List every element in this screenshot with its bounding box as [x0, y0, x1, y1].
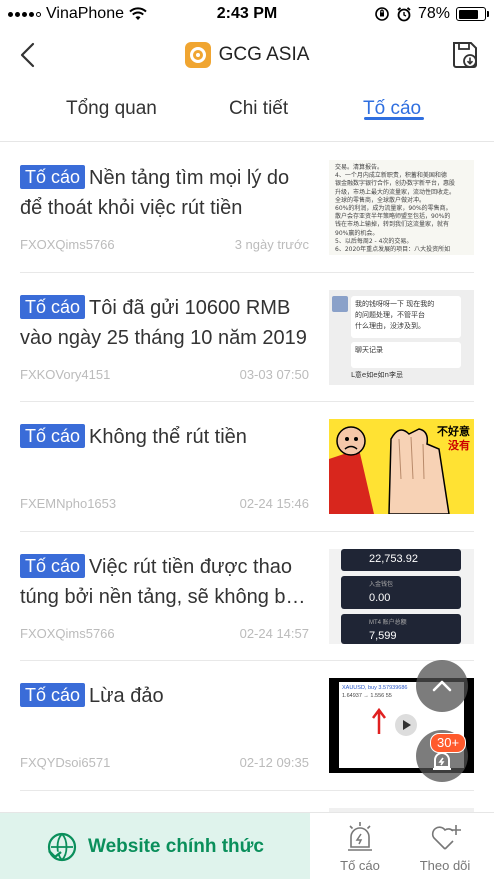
status-right: 78% [374, 5, 489, 23]
complaint-thumbnail[interactable]: 我的钱呀呀一下 现在我的 的问题处理，不管平台 什么理由，没涉及到。 聊天记录 … [329, 289, 474, 385]
complaint-thumbnail[interactable]: 不好意 没有 [329, 419, 474, 514]
chevron-up-icon [432, 680, 452, 692]
bottom-bar: Website chính thức Tố cáo Theo dõi [0, 812, 494, 879]
complaint-title-block: Tố cáo Việc rút tiền được thao túng bởi n… [20, 552, 310, 612]
tab-details[interactable]: Chi tiết [229, 98, 288, 120]
complaint-time: 3 ngày trước [234, 237, 309, 252]
wallet-card-1: 22,753.92 [341, 548, 461, 571]
complaint-badge: Tố cáo [20, 683, 86, 707]
official-website-button[interactable]: Website chính thức [0, 813, 310, 879]
complaint-title-block: Tố cáo Tôi đã gửi 10600 RMB vào ngày 25 t… [20, 293, 310, 353]
header-title-group: GCG ASIA [0, 42, 494, 68]
complaint-item[interactable]: Tố cáo Nền tảng tìm mọi lý do để thoát kh… [20, 143, 474, 273]
complaint-thumbnail[interactable]: 22,753.92 入金钱包 0.00 MT4 账户总额 7,599 [329, 548, 474, 644]
chat-line: 的问题处理，不管平台 [355, 310, 425, 319]
complaint-title-block: Tố cáo Lừa đảo [20, 681, 310, 741]
complaint-badge: Tố cáo [20, 165, 86, 189]
thumb-text-line: 银金融数字银行合作，创办数字新平台，惠股 [335, 180, 456, 188]
thumb-text-line: 90%赢的机会。 [335, 229, 379, 237]
deposit-wallet-value: 0.00 [369, 591, 391, 604]
tab-bar: Tổng quan Chi tiết Tố cáo [0, 80, 494, 142]
mt4-total-label: MT4 账户总额 [369, 619, 407, 626]
complaint-item[interactable]: Tố cáo Không thể rút tiền FXEMNpho1653 02… [20, 402, 474, 532]
complaint-item[interactable]: Tố cáo Lừa đảo FXQYDsoi6571 02-12 09:35 X… [20, 661, 474, 791]
complaint-badge: Tố cáo [20, 424, 86, 448]
speech-text-2: 没有 [448, 439, 470, 452]
chat-footer-line: L意e如e如n李忌 [351, 370, 403, 379]
trade-price-line: 1.64937 → 1.556 55 [342, 693, 392, 699]
scroll-top-button[interactable] [416, 660, 468, 712]
red-arrow-icon [372, 707, 386, 734]
complaint-user: FXQYDsoi6571 [20, 755, 111, 770]
navigation-header: GCG ASIA [0, 30, 494, 80]
orientation-lock-icon [375, 7, 389, 21]
active-tab-indicator [364, 117, 424, 120]
report-label: Tố cáo [340, 858, 380, 873]
complaint-time: 02-24 15:46 [239, 496, 309, 511]
complaint-title-block: Tố cáo Nền tảng tìm mọi lý do để thoát kh… [20, 163, 310, 223]
wallet-card-2: 入金钱包 0.00 [341, 575, 461, 609]
follow-label: Theo dõi [419, 858, 471, 873]
heart-plus-icon [431, 825, 461, 850]
wallet-balance: 22,753.92 [369, 552, 418, 565]
complaint-title-block: Tố cáo Không thể rút tiền [20, 422, 310, 482]
play-button-icon[interactable] [395, 714, 417, 736]
complaint-badge: Tố cáo [20, 553, 86, 578]
complaint-time: 02-24 14:57 [239, 625, 309, 641]
thumb-text-line: 钱在市场上输掉，转到我们这流量家，就有 [335, 221, 450, 229]
official-website-label: Website chính thức [88, 835, 264, 857]
status-bar: VinaPhone 2:43 PM 78% [0, 0, 494, 30]
broker-logo [184, 42, 211, 68]
thumb-text-line: 交易。清算报告。 [335, 164, 384, 171]
battery-percent: 78% [417, 5, 450, 22]
complaint-user: FXEMNpho1653 [20, 496, 117, 511]
thumb-text-line: 6、2020年重点发展的项目：八大投资所如 [335, 246, 451, 254]
trade-symbol-line: XAUUSD, buy 3.57939686 [342, 685, 408, 691]
complaint-user: FXKOVory4151 [20, 366, 111, 382]
thumb-text-line: 5、以后每周2 - 4次的交易。 [335, 237, 413, 245]
save-button[interactable] [450, 40, 480, 70]
page-title: GCG ASIA [218, 44, 310, 65]
complaint-item[interactable]: Tố cáo Việc rút tiền được thao túng bởi n… [20, 532, 474, 661]
follow-button[interactable]: Theo dõi [405, 819, 485, 873]
chat-bubble: 我的钱呀呀一下 现在我的 的问题处理，不管平台 什么理由，没涉及到。 [351, 295, 461, 338]
save-download-icon [453, 42, 477, 68]
wallet-card-3: MT4 账户总额 7,599 [341, 613, 461, 644]
complaint-user: FXOXQims5766 [20, 237, 115, 252]
alarm-light-icon [348, 822, 372, 851]
battery-icon [456, 7, 489, 21]
complaint-user: FXOXQims5766 [20, 625, 115, 641]
alarm-clock-icon [397, 7, 411, 22]
complaint-time: 02-12 09:35 [239, 755, 309, 770]
chat-record-card: 聊天记录 [351, 341, 461, 368]
handshake-icon [47, 832, 77, 861]
tab-overview[interactable]: Tổng quan [66, 98, 157, 120]
chat-line: 我的钱呀呀一下 现在我的 [355, 299, 435, 308]
avatar [332, 295, 348, 312]
complaint-time: 03-03 07:50 [239, 366, 309, 382]
complaint-item[interactable]: Tố cáo Tôi đã gửi 10600 RMB vào ngày 25 t… [20, 273, 474, 402]
complaint-title: Không thể rút tiền [89, 426, 247, 448]
thumb-text-line: 全球的零售商，全球散户做对冲。 [335, 196, 426, 204]
alarm-count-badge: 30+ [430, 733, 467, 753]
complaint-thumbnail[interactable]: 交易。清算报告。 4、一个月内成立新职责，积蓄和美国和德 银金融数字银行合作，创办数… [329, 160, 474, 255]
battery-fill [458, 9, 478, 19]
report-button[interactable]: Tố cáo [320, 819, 400, 873]
thumb-text-block: 交易。清算报告。 4、一个月内成立新职责，积蓄和美国和德 银金融数字银行合作，创办数… [335, 164, 468, 254]
thumb-text-line: 升级，市场上最大的流量家，流动性回收走。 [335, 188, 456, 196]
deposit-wallet-label: 入金钱包 [369, 581, 394, 588]
thumb-text-line: 60%的利润，成为流量家，90%的零售商。 [335, 205, 452, 213]
chat-line: 什么理由，没涉及到。 [355, 321, 425, 330]
complaint-title: Lừa đảo [89, 685, 164, 707]
mt4-total-value: 7,599 [369, 629, 397, 642]
complaint-badge: Tố cáo [20, 294, 86, 319]
chat-record-label: 聊天记录 [355, 345, 383, 354]
